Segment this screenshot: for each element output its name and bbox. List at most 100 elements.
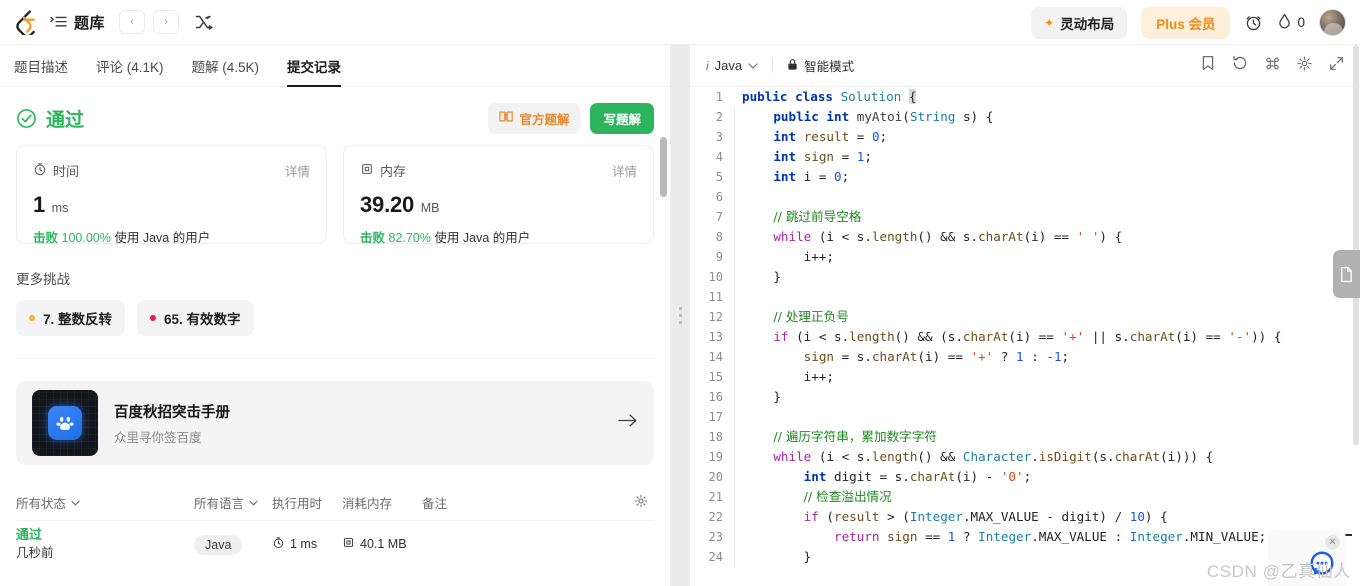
- nav-arrows: ‹ ›: [119, 10, 180, 34]
- editor-scrollbar[interactable]: [1353, 45, 1359, 445]
- plus-member-button[interactable]: Plus 会员: [1141, 6, 1231, 39]
- editor-language-label: Java: [714, 58, 743, 73]
- gear-icon[interactable]: [634, 494, 648, 511]
- runtime-beat-suffix: 使用 Java 的用户: [114, 231, 211, 245]
- stat-cards: 时间 详情 1 ms 击败 100.00% 使用 Java 的用户 内存 详情 …: [16, 145, 654, 245]
- alarm-clock-icon[interactable]: [1244, 13, 1263, 32]
- runtime-beat-pct: 100.00%: [61, 231, 111, 245]
- official-solution-label: 官方题解: [519, 112, 570, 127]
- left-panel: 题目描述 评论 (4.1K) 题解 (4.5K) 提交记录 通过 官方题解 写题…: [0, 45, 670, 586]
- line-number: 6: [715, 190, 723, 204]
- column-status-filter[interactable]: 所有状态: [16, 493, 194, 512]
- promo-banner[interactable]: 百度秋招突击手册 众里寻你签百度: [16, 381, 654, 465]
- code-line-text: }: [734, 547, 811, 567]
- line-number: 12: [708, 310, 723, 324]
- code-line-text: }: [734, 267, 781, 287]
- line-number: 15: [708, 370, 723, 384]
- code-line: 15 i++;: [690, 367, 1360, 387]
- more-challenges-list: 7. 整数反转 65. 有效数字: [16, 300, 654, 336]
- chevron-down-icon: [748, 62, 758, 69]
- code-line: 23 return sign == 1 ? Integer.MAX_VALUE …: [690, 527, 1360, 547]
- tab-comments[interactable]: 评论 (4.1K): [96, 45, 164, 87]
- row-language: Java: [194, 534, 243, 555]
- table-row[interactable]: 通过 几秒前 Java 1 ms 40.1 MB: [16, 521, 654, 567]
- code-line-text: if (result > (Integer.MAX_VALUE - digit)…: [734, 507, 1168, 527]
- memory-card: 内存 详情 39.20 MB 击败 82.70% 使用 Java 的用户: [343, 145, 654, 245]
- language-selector[interactable]: i Java: [706, 58, 758, 73]
- code-line: 4 int sign = 1;: [690, 147, 1360, 167]
- tab-description[interactable]: 题目描述: [14, 45, 68, 87]
- column-status-label: 所有状态: [16, 497, 67, 511]
- result-actions: 官方题解 写题解: [488, 102, 654, 134]
- challenge-chip-7[interactable]: 7. 整数反转: [16, 300, 126, 336]
- info-icon: i: [706, 58, 709, 73]
- check-circle-icon: [16, 108, 37, 129]
- code-line-text: // 遍历字符串，累加数字字符: [734, 427, 937, 447]
- reset-icon[interactable]: [1232, 55, 1248, 76]
- code-line: 21 // 检查溢出情况: [690, 487, 1360, 507]
- code-line: 11: [690, 287, 1360, 307]
- status-badge: 通过: [46, 109, 85, 131]
- chevron-down-icon: [249, 500, 258, 506]
- code-line: 1 public class Solution {: [690, 87, 1360, 107]
- left-panel-scrollbar[interactable]: [660, 137, 667, 197]
- column-language-filter[interactable]: 所有语言: [194, 493, 272, 512]
- csdn-watermark: CSDN @乙真仙人: [1206, 562, 1351, 581]
- code-line: 22 if (result > (Integer.MAX_VALUE - dig…: [690, 507, 1360, 527]
- challenge-chip-65[interactable]: 65. 有效数字: [137, 300, 254, 336]
- line-number: 9: [715, 250, 723, 264]
- next-problem-button[interactable]: ›: [153, 10, 180, 34]
- dynamic-layout-button[interactable]: ✦ 灵动布局: [1031, 6, 1128, 39]
- line-number: 19: [708, 450, 723, 464]
- line-number: 11: [708, 290, 723, 304]
- gear-icon[interactable]: [1297, 56, 1312, 76]
- line-number: 21: [708, 490, 723, 504]
- code-line-text: return sign == 1 ? Integer.MAX_VALUE : I…: [734, 527, 1266, 547]
- avatar[interactable]: [1319, 9, 1346, 36]
- code-line: 9 i++;: [690, 247, 1360, 267]
- code-line-text: sign = s.charAt(i) == '+' ? 1 : -1;: [734, 347, 1069, 367]
- code-line: 18 // 遍历字符串，累加数字字符: [690, 427, 1360, 447]
- memory-unit: MB: [420, 201, 440, 215]
- runtime-beat-prefix: 击败: [33, 231, 59, 245]
- leetcode-logo-icon[interactable]: [14, 9, 40, 38]
- panel-splitter[interactable]: [670, 45, 690, 586]
- smart-mode-toggle[interactable]: 智能模式: [787, 56, 854, 75]
- code-line: 19 while (i < s.length() && Character.is…: [690, 447, 1360, 467]
- expand-icon[interactable]: [1329, 56, 1344, 76]
- shuffle-icon[interactable]: [195, 13, 213, 31]
- official-solution-button[interactable]: 官方题解: [488, 102, 581, 134]
- tab-submissions[interactable]: 提交记录: [287, 45, 342, 87]
- row-status-cell: 通过 几秒前: [16, 526, 194, 561]
- column-memory: 消耗内存: [342, 497, 393, 511]
- line-number: 1: [715, 90, 723, 104]
- bookmark-icon[interactable]: [1201, 55, 1215, 76]
- memory-chip-icon: [360, 162, 374, 179]
- line-number: 13: [708, 330, 723, 344]
- document-icon[interactable]: [1333, 250, 1360, 298]
- row-timestamp: 几秒前: [16, 545, 54, 560]
- arrow-right-icon[interactable]: [618, 413, 638, 433]
- challenge-chip-label: 7. 整数反转: [43, 312, 113, 327]
- row-memory-cell: 40.1 MB: [342, 536, 432, 552]
- code-line-text: while (i < s.length() && s.charAt(i) == …: [734, 227, 1122, 247]
- nav-problem-list[interactable]: 题库: [50, 12, 105, 33]
- streak-counter[interactable]: 0: [1277, 13, 1305, 33]
- sparkle-icon: ✦: [1044, 15, 1055, 30]
- memory-detail-link[interactable]: 详情: [612, 161, 637, 180]
- tab-solutions[interactable]: 题解 (4.5K): [192, 45, 260, 87]
- memory-card-label: 内存: [380, 164, 407, 179]
- code-line-text: int result = 0;: [734, 127, 887, 147]
- code-editor[interactable]: 1 public class Solution {2 public int myA…: [690, 87, 1360, 586]
- code-line: 20 int digit = s.charAt(i) - '0';: [690, 467, 1360, 487]
- prev-problem-button[interactable]: ‹: [119, 10, 146, 34]
- left-scroll-region: 通过 官方题解 写题解 时间 详情 1 ms 击败 100.00% 使用 Jav…: [0, 87, 670, 586]
- line-number: 23: [708, 530, 723, 544]
- runtime-detail-link[interactable]: 详情: [285, 161, 310, 180]
- code-line-text: public class Solution {: [742, 89, 917, 104]
- close-icon[interactable]: ✕: [1325, 535, 1340, 550]
- command-icon[interactable]: [1265, 56, 1280, 76]
- code-line: 16 }: [690, 387, 1360, 407]
- main-split: 题目描述 评论 (4.1K) 题解 (4.5K) 提交记录 通过 官方题解 写题…: [0, 45, 1360, 586]
- write-solution-button[interactable]: 写题解: [590, 102, 654, 134]
